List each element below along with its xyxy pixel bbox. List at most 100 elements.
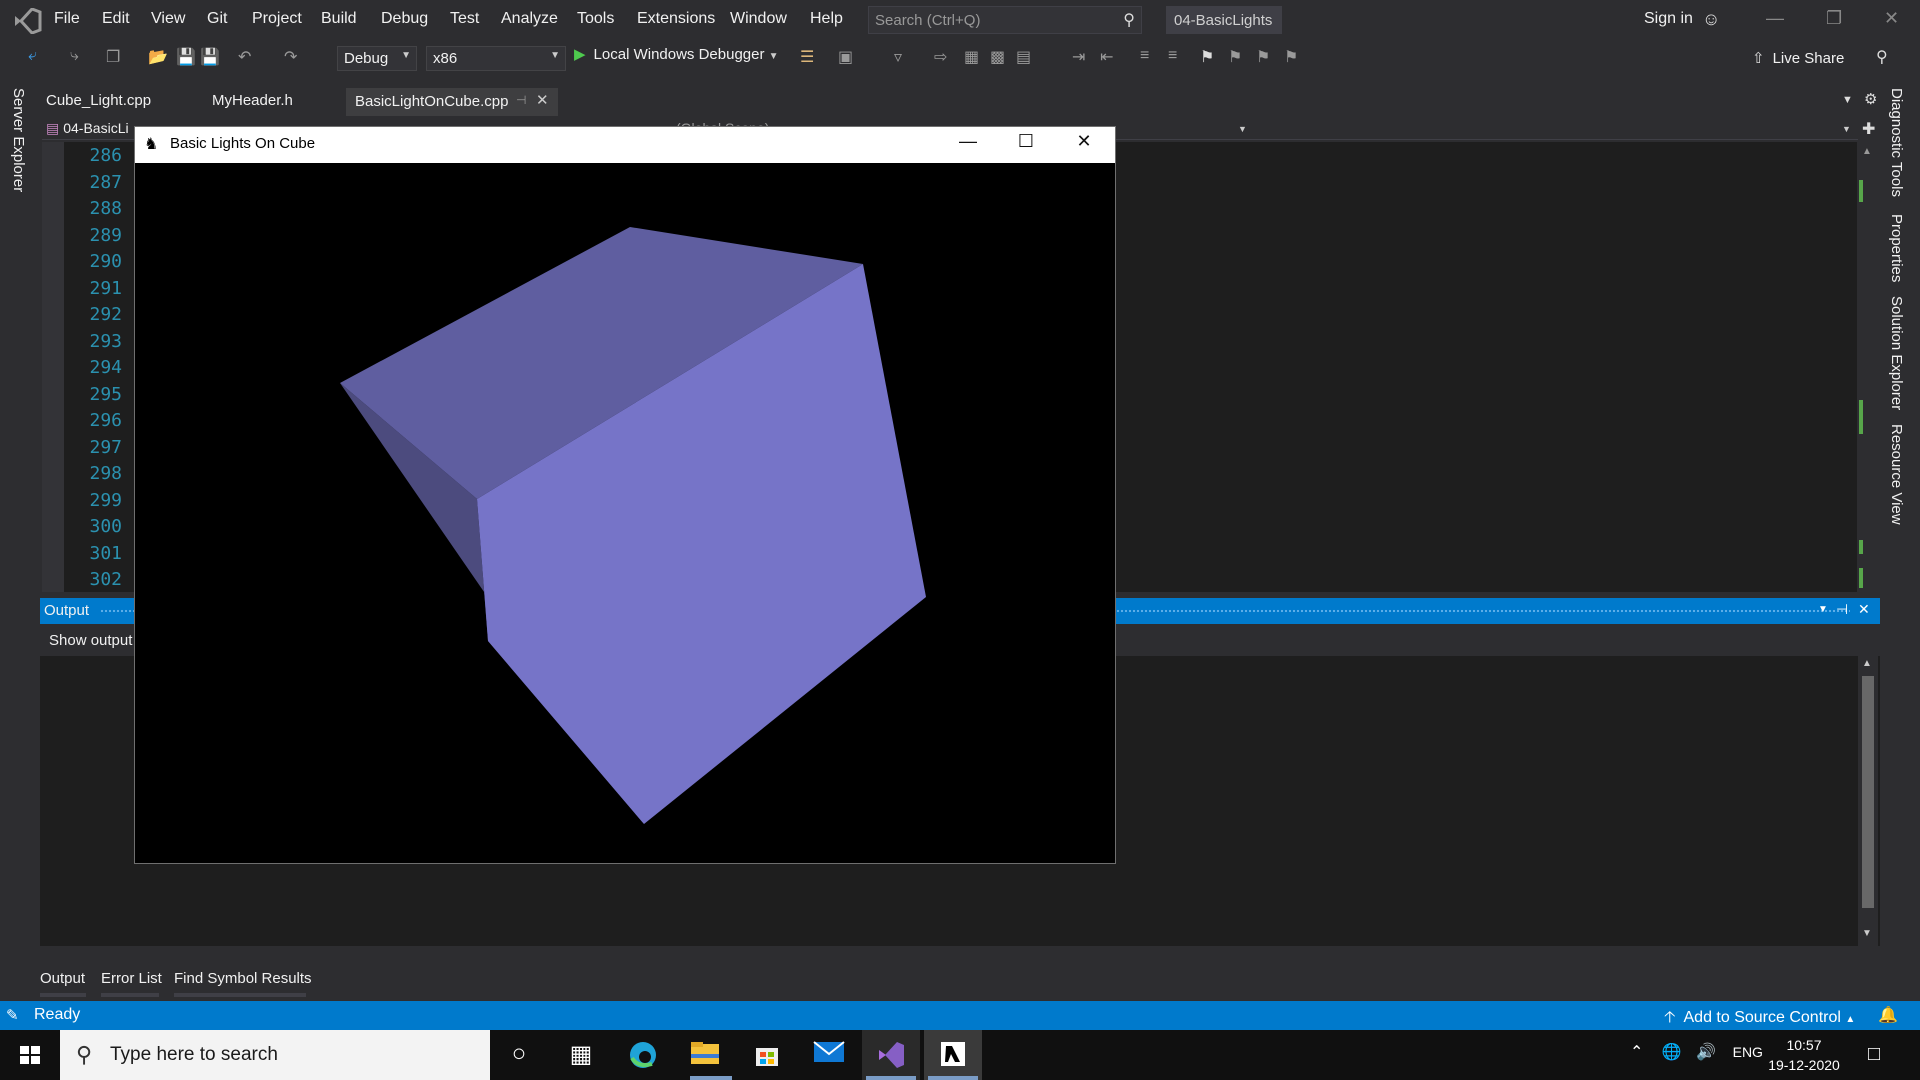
clear-bookmarks-icon[interactable]: ⚑ bbox=[1284, 47, 1298, 67]
menu-extensions[interactable]: Extensions bbox=[637, 10, 715, 28]
auto-hide-pin-icon[interactable]: ⊣ bbox=[1836, 601, 1848, 618]
navigate-forward-icon[interactable]: ⤷ bbox=[70, 47, 79, 65]
menu-build[interactable]: Build bbox=[321, 10, 357, 28]
tab-find-symbol-results[interactable]: Find Symbol Results bbox=[174, 970, 312, 987]
editor-scrollbar[interactable] bbox=[1858, 142, 1878, 592]
comment-icon[interactable]: ≡ bbox=[1140, 47, 1149, 65]
minimize-icon[interactable]: — bbox=[1766, 8, 1784, 29]
menu-debug[interactable]: Debug bbox=[381, 10, 428, 28]
close-tab-icon[interactable]: ✕ bbox=[536, 91, 549, 109]
tab-underline bbox=[40, 993, 86, 997]
system-tray[interactable]: ⌃ 🌐 🔊 ENG bbox=[1630, 1042, 1763, 1062]
uncomment-icon[interactable]: ≡ bbox=[1168, 47, 1177, 65]
add-to-source-control-button[interactable]: 🡡 Add to Source Control ▲ bbox=[1664, 1006, 1855, 1033]
breakpoint-gutter[interactable] bbox=[42, 142, 64, 592]
scroll-up-icon[interactable]: ▲ bbox=[1862, 658, 1872, 669]
tab-error-list[interactable]: Error List bbox=[101, 970, 162, 987]
new-project-icon[interactable]: ❐ bbox=[106, 47, 120, 67]
scroll-up-icon[interactable]: ▲ bbox=[1862, 146, 1872, 157]
redo-icon[interactable]: ↷ bbox=[284, 47, 297, 67]
step-icon[interactable]: ⇨ bbox=[934, 47, 947, 67]
feedback-icon[interactable]: ⚲ bbox=[1876, 47, 1888, 67]
indent-icon[interactable]: ⇥ bbox=[1072, 47, 1085, 67]
app-minimize-button[interactable]: — bbox=[948, 131, 988, 152]
task-view-icon[interactable]: ▦ bbox=[552, 1030, 610, 1080]
settings-gear-icon[interactable]: ⚙ bbox=[1864, 90, 1877, 108]
tab-basiclightoncube-cpp[interactable]: BasicLightOnCube.cpp ⊣ ✕ bbox=[346, 88, 558, 116]
menu-tools[interactable]: Tools bbox=[577, 10, 614, 28]
layout-icon[interactable]: ▤ bbox=[1016, 47, 1031, 67]
configuration-dropdown[interactable]: Debug ▼ bbox=[337, 46, 417, 71]
format-icon[interactable]: ▩ bbox=[990, 47, 1005, 67]
app-maximize-button[interactable]: ☐ bbox=[1006, 131, 1046, 152]
start-debugging-button[interactable]: ▶ Local Windows Debugger ▼ bbox=[574, 45, 779, 71]
notification-bell-icon[interactable]: 🔔 bbox=[1878, 1005, 1898, 1025]
breakpoint-icon[interactable]: ▦ bbox=[964, 47, 979, 67]
menu-git[interactable]: Git bbox=[207, 10, 227, 28]
edge-browser-icon[interactable] bbox=[614, 1030, 672, 1080]
microsoft-store-icon[interactable] bbox=[738, 1030, 796, 1080]
close-icon[interactable]: ✕ bbox=[1884, 8, 1899, 29]
taskbar-clock[interactable]: 10:57 19-12-2020 bbox=[1758, 1035, 1850, 1075]
output-scroll-thumb[interactable] bbox=[1862, 676, 1874, 908]
menu-project[interactable]: Project bbox=[252, 10, 302, 28]
pin-icon[interactable]: ⊣ bbox=[516, 93, 526, 107]
undo-icon[interactable]: ↶ bbox=[238, 47, 251, 67]
change-marker bbox=[1859, 540, 1863, 554]
left-tool-strip bbox=[0, 80, 34, 1000]
project-dropdown[interactable]: ▤ 04-BasicLi bbox=[46, 120, 129, 137]
save-all-icon[interactable]: 💾 bbox=[200, 47, 220, 67]
volume-icon[interactable]: 🔊 bbox=[1696, 1044, 1716, 1061]
tab-output[interactable]: Output bbox=[40, 970, 85, 987]
split-editor-icon[interactable]: ✚ bbox=[1862, 119, 1875, 139]
output-horizontal-scrollbar[interactable] bbox=[40, 946, 1880, 966]
browser-link-icon[interactable]: ▣ bbox=[838, 47, 853, 67]
menu-help[interactable]: Help bbox=[810, 10, 843, 28]
close-panel-icon[interactable]: ✕ bbox=[1858, 601, 1870, 618]
bookmark-icon[interactable]: ⚑ bbox=[1200, 47, 1214, 67]
properties-tab[interactable]: Properties bbox=[1888, 214, 1905, 282]
menu-file[interactable]: File bbox=[54, 10, 80, 28]
taskbar-search-box[interactable]: ⚲ Type here to search bbox=[60, 1030, 490, 1080]
add-user-icon[interactable]: ☺ bbox=[1702, 9, 1720, 30]
solution-explorer-tab[interactable]: Solution Explorer bbox=[1888, 296, 1905, 410]
app-close-button[interactable]: ✕ bbox=[1064, 131, 1104, 152]
scroll-down-icon[interactable]: ▼ bbox=[1862, 928, 1872, 939]
menu-analyze[interactable]: Analyze bbox=[501, 10, 558, 28]
visual-studio-taskbar-icon[interactable] bbox=[862, 1030, 920, 1080]
server-explorer-tab[interactable]: Server Explorer bbox=[10, 88, 27, 192]
menu-test[interactable]: Test bbox=[450, 10, 479, 28]
live-share-button[interactable]: ⇧ Live Share bbox=[1752, 49, 1844, 67]
attach-process-icon[interactable]: ☰ bbox=[800, 47, 814, 67]
platform-dropdown[interactable]: x86 ▼ bbox=[426, 46, 566, 71]
diagnostic-tools-tab[interactable]: Diagnostic Tools bbox=[1888, 88, 1905, 197]
menu-edit[interactable]: Edit bbox=[102, 10, 130, 28]
resource-view-tab[interactable]: Resource View bbox=[1888, 424, 1905, 525]
search-input[interactable]: Search (Ctrl+Q) ⚲ bbox=[868, 6, 1142, 34]
visual-studio-logo-icon bbox=[15, 8, 42, 34]
navigate-back-icon[interactable]: ⤶ bbox=[28, 47, 37, 65]
opengl-app-taskbar-icon[interactable] bbox=[924, 1030, 982, 1080]
network-globe-icon[interactable]: 🌐 bbox=[1662, 1044, 1682, 1061]
save-icon[interactable]: 💾 bbox=[176, 47, 196, 67]
file-explorer-icon[interactable] bbox=[676, 1030, 734, 1080]
restore-icon[interactable]: ❐ bbox=[1826, 8, 1842, 29]
cortana-icon[interactable]: ○ bbox=[490, 1030, 548, 1080]
open-file-icon[interactable]: 📂 bbox=[148, 47, 168, 67]
menu-window[interactable]: Window bbox=[730, 10, 787, 28]
tab-cube-light-cpp[interactable]: Cube_Light.cpp bbox=[46, 92, 151, 109]
window-position-icon[interactable]: ▼ bbox=[1818, 604, 1828, 615]
sign-in-link[interactable]: Sign in bbox=[1644, 10, 1693, 28]
opengl-render-canvas[interactable] bbox=[135, 163, 1115, 863]
outdent-icon[interactable]: ⇤ bbox=[1100, 47, 1113, 67]
action-center-icon[interactable]: □ bbox=[1868, 1043, 1880, 1066]
chevron-up-icon[interactable]: ⌃ bbox=[1630, 1044, 1643, 1061]
menu-view[interactable]: View bbox=[151, 10, 185, 28]
filter-icon[interactable]: ▿ bbox=[894, 47, 902, 67]
previous-bookmark-icon[interactable]: ⚑ bbox=[1228, 47, 1242, 67]
tab-myheader-h[interactable]: MyHeader.h bbox=[212, 92, 293, 109]
tab-list-icon[interactable]: ▼ bbox=[1842, 94, 1853, 106]
windows-start-icon[interactable] bbox=[0, 1030, 60, 1080]
next-bookmark-icon[interactable]: ⚑ bbox=[1256, 47, 1270, 67]
mail-icon[interactable] bbox=[800, 1030, 858, 1080]
